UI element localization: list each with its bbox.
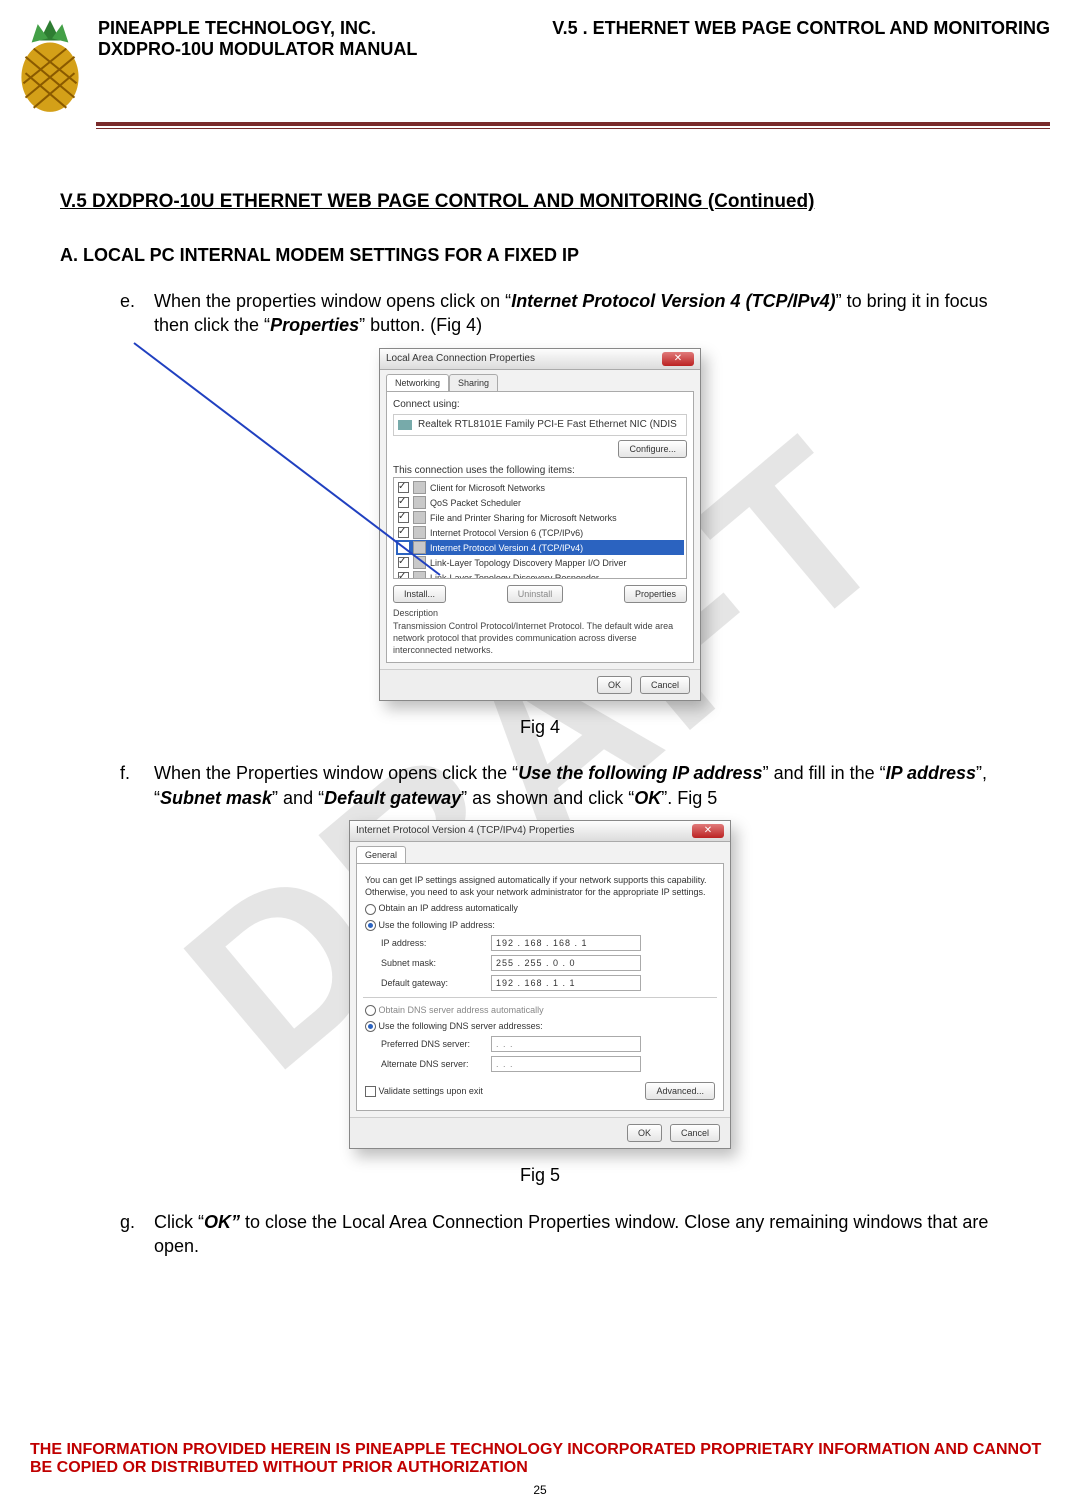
adapter-name: Realtek RTL8101E Family PCI-E Fast Ether… (418, 418, 677, 432)
qos-icon (413, 496, 426, 509)
figure-5-label: Fig 5 (520, 1163, 560, 1187)
lltd-mapper-icon (413, 556, 426, 569)
description-label: Description (393, 607, 687, 619)
ipv4-properties-dialog: Internet Protocol Version 4 (TCP/IPv4) P… (349, 820, 731, 1149)
subnet-mask-label: Subnet mask: (381, 957, 491, 969)
cancel-button[interactable]: Cancel (640, 676, 690, 694)
preferred-dns-field[interactable]: . . . (491, 1036, 641, 1052)
page-number: 25 (0, 1483, 1080, 1497)
radio-obtain-dns (365, 1005, 376, 1016)
header-section: V.5 . ETHERNET WEB PAGE CONTROL AND MONI… (552, 18, 1050, 39)
header-rule (96, 122, 1050, 129)
ipv6-icon (413, 526, 426, 539)
tab-sharing[interactable]: Sharing (449, 374, 498, 391)
install-button[interactable]: Install... (393, 585, 446, 603)
proprietary-notice: THE INFORMATION PROVIDED HEREIN IS PINEA… (30, 1441, 1050, 1477)
figure-4: Local Area Connection Properties ✕ Netwo… (60, 348, 1020, 740)
default-gateway-field[interactable]: 192 . 168 . 1 . 1 (491, 975, 641, 991)
figure-4-label: Fig 4 (520, 715, 560, 739)
uninstall-button[interactable]: Uninstall (507, 585, 564, 603)
connection-items-label: This connection uses the following items… (393, 464, 687, 478)
close-icon[interactable]: ✕ (692, 824, 724, 838)
list-item-tcpipv4[interactable]: Internet Protocol Version 4 (TCP/IPv4) (396, 540, 684, 555)
local-area-connection-properties-dialog: Local Area Connection Properties ✕ Netwo… (379, 348, 701, 702)
header-manual: DXDPRO-10U MODULATOR MANUAL (98, 39, 417, 60)
step-g: g. Click “OK” to close the Local Area Co… (120, 1210, 1020, 1259)
connection-items-list[interactable]: Client for Microsoft Networks QoS Packet… (393, 477, 687, 579)
connect-using-label: Connect using: (393, 398, 687, 412)
figure-5: Internet Protocol Version 4 (TCP/IPv4) P… (60, 820, 1020, 1188)
alternate-dns-field[interactable]: . . . (491, 1056, 641, 1072)
lltd-responder-icon (413, 571, 426, 579)
dialog-title: Local Area Connection Properties (386, 352, 535, 366)
preferred-dns-label: Preferred DNS server: (381, 1038, 491, 1050)
radio-use-ip[interactable] (365, 920, 376, 931)
fileshare-icon (413, 511, 426, 524)
cancel-button[interactable]: Cancel (670, 1124, 720, 1142)
description-text: Transmission Control Protocol/Internet P… (393, 620, 687, 656)
properties-button[interactable]: Properties (624, 585, 687, 603)
subnet-mask-field[interactable]: 255 . 255 . 0 . 0 (491, 955, 641, 971)
client-icon (413, 481, 426, 494)
ip-address-label: IP address: (381, 937, 491, 949)
nic-icon (398, 420, 412, 430)
configure-button[interactable]: Configure... (618, 440, 687, 458)
step-f: f. When the Properties window opens clic… (120, 761, 1020, 810)
page-header: PINEAPPLE TECHNOLOGY, INC. DXDPRO-10U MO… (0, 0, 1080, 116)
subsection-title: A. LOCAL PC INTERNAL MODEM SETTINGS FOR … (60, 243, 1020, 267)
ok-button[interactable]: OK (627, 1124, 662, 1142)
alternate-dns-label: Alternate DNS server: (381, 1058, 491, 1070)
header-company: PINEAPPLE TECHNOLOGY, INC. (98, 18, 417, 39)
default-gateway-label: Default gateway: (381, 977, 491, 989)
validate-checkbox[interactable] (365, 1086, 376, 1097)
step-e: e. When the properties window opens clic… (120, 289, 1020, 338)
tab-general[interactable]: General (356, 846, 406, 863)
section-title: V.5 DXDPRO-10U ETHERNET WEB PAGE CONTROL… (60, 189, 1020, 215)
tab-networking[interactable]: Networking (386, 374, 449, 391)
close-icon[interactable]: ✕ (662, 352, 694, 366)
ipv4-blurb: You can get IP settings assigned automat… (365, 874, 715, 898)
dialog-title: Internet Protocol Version 4 (TCP/IPv4) P… (356, 824, 574, 838)
ok-button[interactable]: OK (597, 676, 632, 694)
radio-obtain-ip[interactable] (365, 904, 376, 915)
advanced-button[interactable]: Advanced... (645, 1082, 715, 1100)
pineapple-logo-icon (8, 18, 92, 116)
ip-address-field[interactable]: 192 . 168 . 168 . 1 (491, 935, 641, 951)
ipv4-icon (413, 541, 426, 554)
radio-use-dns[interactable] (365, 1021, 376, 1032)
